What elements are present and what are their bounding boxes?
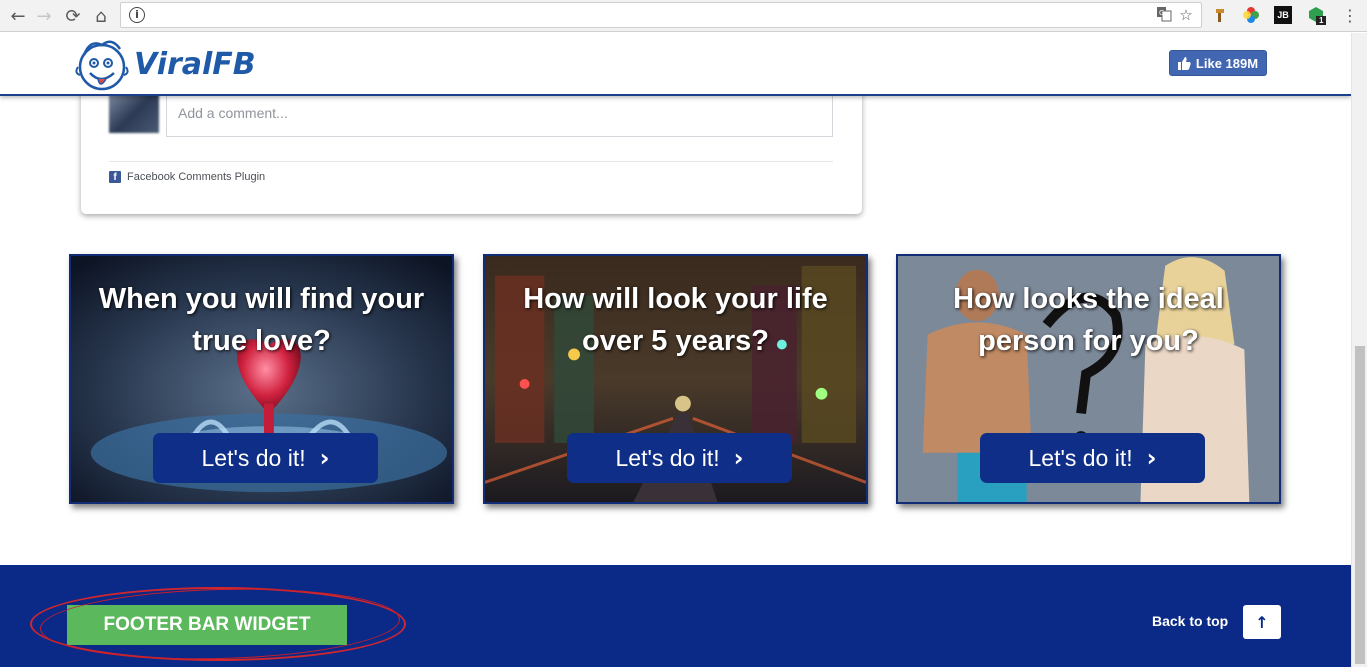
gem-icon[interactable]: 1 bbox=[1307, 6, 1326, 25]
thumbs-up-icon bbox=[1177, 56, 1191, 70]
back-to-top-label[interactable]: Back to top bbox=[1152, 613, 1228, 629]
facebook-icon: f bbox=[109, 171, 121, 183]
footer-bar: FOOTER BAR WIDGET Back to top ↑ bbox=[0, 565, 1351, 667]
arrow-up-icon[interactable]: ↑ bbox=[1243, 605, 1281, 639]
button-label: Let's do it! bbox=[615, 444, 720, 471]
chevron-right-icon: › bbox=[319, 444, 330, 472]
jb-icon[interactable]: JB bbox=[1274, 6, 1292, 24]
plugin-label: Facebook Comments Plugin bbox=[127, 171, 266, 183]
lets-do-it-button[interactable]: Let's do it! › bbox=[567, 433, 792, 483]
site-info-icon[interactable]: i bbox=[129, 7, 145, 23]
facebook-like-button[interactable]: Like 189M bbox=[1169, 50, 1267, 76]
quiz-card-five-years[interactable]: How will look your life over 5 years? Let… bbox=[483, 254, 868, 504]
home-icon[interactable]: ⌂ bbox=[89, 4, 113, 28]
site-logo[interactable]: ViralFB bbox=[72, 35, 256, 93]
svg-text:G: G bbox=[1159, 9, 1164, 17]
reload-icon[interactable]: ⟳ bbox=[61, 4, 85, 28]
quiz-title: How will look your life over 5 years? bbox=[523, 283, 828, 357]
scrollbar-thumb[interactable] bbox=[1355, 346, 1365, 664]
button-label: Let's do it! bbox=[201, 444, 306, 471]
hammer-icon[interactable] bbox=[1212, 6, 1230, 24]
chevron-right-icon: › bbox=[1146, 444, 1157, 472]
quiz-card-true-love[interactable]: When you will find your true love? Let's … bbox=[69, 254, 454, 504]
logo-face-icon bbox=[75, 40, 129, 91]
comment-placeholder: Add a comment... bbox=[178, 105, 288, 121]
logo-text: ViralFB bbox=[134, 47, 256, 82]
back-icon[interactable]: ← bbox=[6, 4, 30, 28]
vertical-scrollbar[interactable] bbox=[1351, 33, 1367, 667]
forward-icon[interactable]: → bbox=[32, 4, 56, 28]
translate-icon[interactable]: G bbox=[1155, 6, 1173, 24]
bookmark-star-icon[interactable]: ☆ bbox=[1177, 6, 1195, 24]
site-header: ViralFB Like 189M bbox=[0, 33, 1351, 96]
extension-badge: 1 bbox=[1319, 16, 1324, 25]
avatar bbox=[109, 93, 159, 133]
quiz-title: When you will find your true love? bbox=[98, 283, 425, 357]
lets-do-it-button[interactable]: Let's do it! › bbox=[153, 433, 378, 483]
address-bar[interactable]: i G ☆ bbox=[120, 2, 1202, 28]
lets-do-it-button[interactable]: Let's do it! › bbox=[980, 433, 1205, 483]
divider bbox=[109, 161, 833, 162]
button-label: Let's do it! bbox=[1028, 444, 1133, 471]
browser-toolbar: ← → ⟳ ⌂ i G ☆ JB 1 ⋮ bbox=[0, 0, 1367, 32]
browser-menu-icon[interactable]: ⋮ bbox=[1342, 5, 1358, 27]
page-viewport: Add a comment... f Facebook Comments Plu… bbox=[0, 33, 1351, 667]
like-label: Like 189M bbox=[1195, 55, 1259, 71]
chevron-right-icon: › bbox=[733, 444, 744, 472]
color-wheel-icon[interactable] bbox=[1242, 6, 1260, 24]
facebook-comments-plugin-link[interactable]: f Facebook Comments Plugin bbox=[109, 171, 265, 183]
comment-input[interactable]: Add a comment... bbox=[166, 89, 833, 137]
quiz-title: How looks the ideal person for you? bbox=[953, 283, 1224, 357]
quiz-card-ideal-person[interactable]: How looks the ideal person for you? Let's… bbox=[896, 254, 1281, 504]
